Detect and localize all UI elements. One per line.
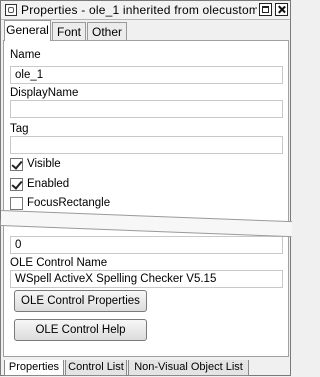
ole-control-properties-button[interactable]: OLE Control Properties — [14, 290, 147, 312]
bottom-tab-non-visual-object-list[interactable]: Non-Visual Object List — [128, 360, 249, 376]
properties-app-icon — [5, 4, 17, 16]
name-label: Name — [10, 49, 41, 61]
visible-label: Visible — [27, 158, 61, 170]
displayname-field[interactable] — [10, 100, 283, 118]
general-panel: Name DisplayName Tag Visible Enabled Foc… — [3, 40, 289, 357]
close-icon[interactable] — [275, 3, 288, 16]
displayname-label: DisplayName — [10, 87, 79, 99]
ole-control-help-button[interactable]: OLE Control Help — [14, 319, 147, 341]
tab-font[interactable]: Font — [52, 22, 86, 40]
focusrectangle-checkbox[interactable] — [10, 197, 23, 210]
tag-label: Tag — [10, 123, 29, 135]
maximize-icon[interactable] — [259, 3, 272, 16]
visible-checkbox[interactable] — [10, 158, 23, 171]
ole-control-name-label: OLE Control Name — [10, 257, 108, 269]
ole-control-name-field[interactable] — [10, 270, 283, 288]
tab-other[interactable]: Other — [87, 22, 127, 40]
tabindex-field[interactable] — [10, 236, 283, 254]
window-title: Properties - ole_1 inherited from olecus… — [21, 3, 257, 17]
tab-general[interactable]: General — [4, 20, 51, 41]
enabled-checkbox[interactable] — [10, 178, 23, 191]
tag-field[interactable] — [10, 136, 283, 154]
bottom-tab-control-list[interactable]: Control List — [65, 360, 127, 376]
title-bar[interactable]: Properties - ole_1 inherited from olecus… — [1, 1, 290, 20]
name-field[interactable] — [10, 66, 283, 84]
properties-window: Properties - ole_1 inherited from olecus… — [0, 0, 293, 376]
bottom-tab-properties[interactable]: Properties — [4, 360, 64, 376]
enabled-label: Enabled — [27, 178, 70, 190]
focusrectangle-label: FocusRectangle — [27, 197, 111, 209]
